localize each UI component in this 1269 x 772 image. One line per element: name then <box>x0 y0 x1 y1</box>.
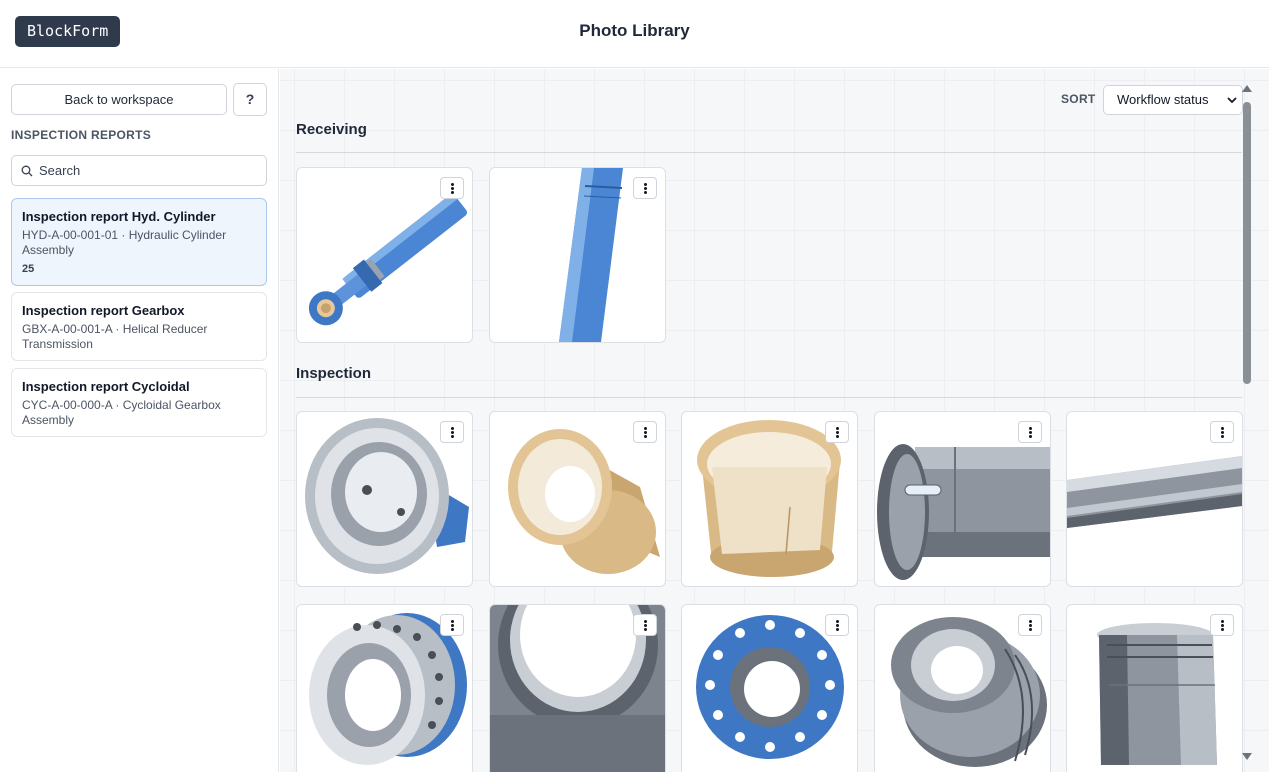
report-subtitle: GBX-A-00-001-A · Helical Reducer Transmi… <box>22 322 208 351</box>
photo-menu-button[interactable] <box>440 421 464 443</box>
back-to-workspace-button[interactable]: Back to workspace <box>11 84 227 115</box>
report-title: Inspection report Cycloidal <box>22 379 190 394</box>
report-title: Inspection report Hyd. Cylinder <box>22 209 216 224</box>
scroll-up-arrow-icon[interactable] <box>1242 85 1252 92</box>
photo-card[interactable] <box>681 604 858 772</box>
photo-card[interactable] <box>296 411 473 587</box>
help-button[interactable]: ? <box>233 83 267 116</box>
photo-card[interactable] <box>489 167 666 343</box>
photo-card[interactable] <box>296 167 473 343</box>
group-title-inspection: Inspection <box>296 365 372 382</box>
page-title: Photo Library <box>579 21 690 40</box>
photo-menu-button[interactable] <box>1210 421 1234 443</box>
photo-menu-button[interactable] <box>440 177 464 199</box>
photo-menu-button[interactable] <box>1018 421 1042 443</box>
photo-card[interactable] <box>1066 411 1243 587</box>
sort-value: Workflow status <box>1117 92 1209 107</box>
divider <box>296 152 1242 153</box>
sidebar: Back to workspace ? INSPECTION REPORTS I… <box>0 69 279 772</box>
photo-menu-button[interactable] <box>1018 614 1042 636</box>
section-label: INSPECTION REPORTS <box>11 128 152 142</box>
photo-card[interactable] <box>489 411 666 587</box>
photo-menu-button[interactable] <box>825 421 849 443</box>
photo-menu-button[interactable] <box>633 421 657 443</box>
photo-menu-button[interactable] <box>633 177 657 199</box>
report-item-hyd-cylinder[interactable]: Inspection report Hyd. Cylinder HYD-A-00… <box>11 198 267 286</box>
divider <box>296 397 1242 398</box>
search-box[interactable] <box>11 155 267 186</box>
top-bar: BlockForm Photo Library <box>0 0 1269 68</box>
scrollbar[interactable] <box>1240 85 1254 760</box>
photo-gallery: SORT Workflow status Receiving Inspectio… <box>280 69 1269 772</box>
photo-menu-button[interactable] <box>1210 614 1234 636</box>
chevron-down-icon <box>1227 97 1237 104</box>
photo-card[interactable] <box>489 604 666 772</box>
report-title: Inspection report Gearbox <box>22 303 185 318</box>
group-title-receiving: Receiving <box>296 121 367 138</box>
search-icon <box>21 165 33 177</box>
photo-card[interactable] <box>874 411 1051 587</box>
photo-card[interactable] <box>296 604 473 772</box>
photo-menu-button[interactable] <box>825 614 849 636</box>
photo-menu-button[interactable] <box>440 614 464 636</box>
photo-card[interactable] <box>681 411 858 587</box>
report-photo-count: 25 <box>22 263 35 275</box>
report-item-cycloidal[interactable]: Inspection report Cycloidal CYC-A-00-000… <box>11 368 267 437</box>
report-subtitle: CYC-A-00-000-A · Cycloidal Gearbox Assem… <box>22 398 221 427</box>
report-subtitle: HYD-A-00-001-01 · Hydraulic Cylinder Ass… <box>22 228 227 257</box>
photo-card[interactable] <box>874 604 1051 772</box>
photo-card[interactable] <box>1066 604 1243 772</box>
sort-label: SORT <box>1061 92 1096 106</box>
report-item-gearbox[interactable]: Inspection report Gearbox GBX-A-00-001-A… <box>11 292 267 361</box>
sort-select[interactable]: Workflow status <box>1103 85 1243 115</box>
search-input[interactable] <box>39 156 259 185</box>
photo-menu-button[interactable] <box>633 614 657 636</box>
scrollbar-thumb[interactable] <box>1243 102 1251 384</box>
scroll-down-arrow-icon[interactable] <box>1242 753 1252 760</box>
